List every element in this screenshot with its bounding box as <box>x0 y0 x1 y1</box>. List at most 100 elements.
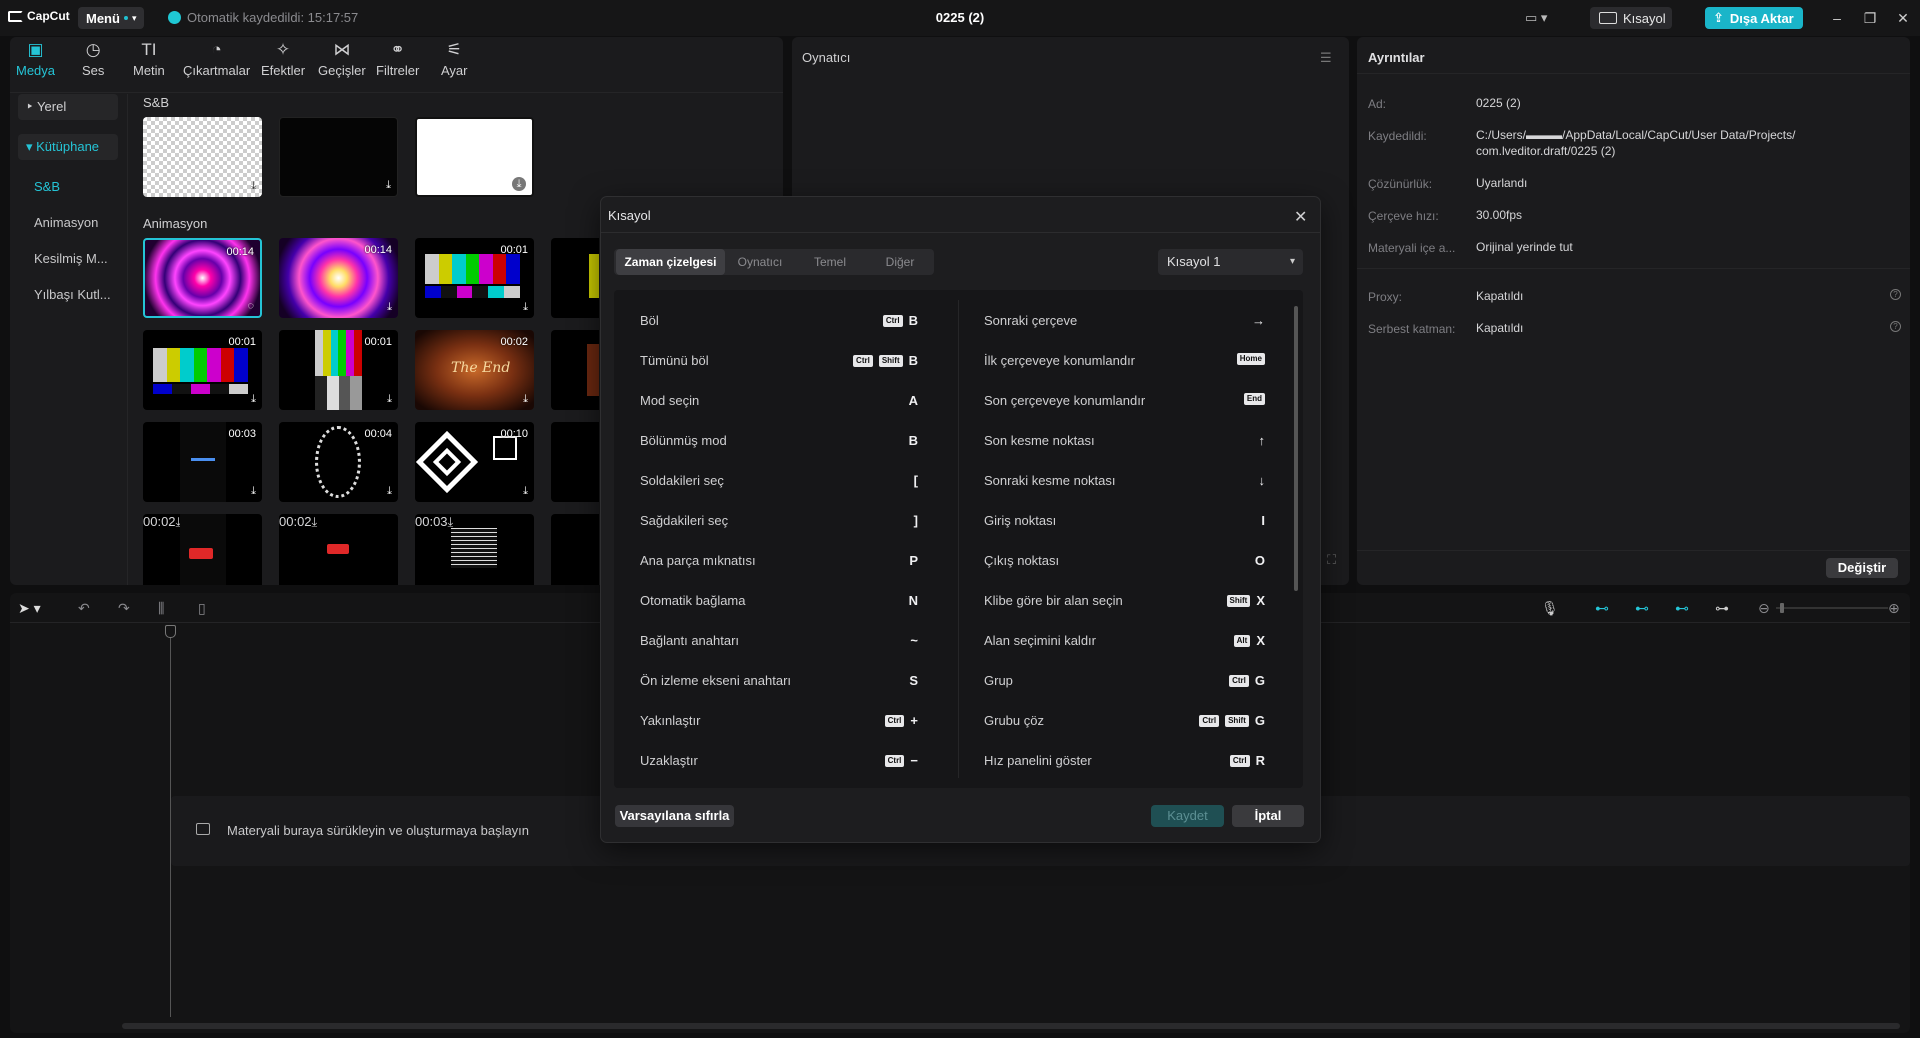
media-thumb[interactable]: The End 00:02 ⤓ <box>415 330 534 410</box>
redo-icon[interactable]: ↷ <box>118 600 130 617</box>
shortcut-keys[interactable]: I <box>1261 513 1265 528</box>
shortcut-row[interactable]: Böl Ctrl B <box>640 313 918 331</box>
timeline-scrollbar[interactable] <box>122 1023 1900 1029</box>
media-thumb[interactable]: 00:02⤓ <box>143 514 262 585</box>
zoom-out-icon[interactable]: ⊖ <box>1758 600 1770 617</box>
shortcut-row[interactable]: Ön izleme ekseni anahtarı S <box>640 673 918 691</box>
shortcut-row[interactable]: Yakınlaştır Ctrl + <box>640 713 918 731</box>
shortcut-row[interactable]: Uzaklaştır Ctrl − <box>640 753 918 771</box>
sidebar-item-local[interactable]: ‣ Yerel <box>18 94 118 120</box>
select-cursor-icon[interactable]: ➤ ▾ <box>18 600 41 617</box>
info-icon[interactable]: ? <box>1890 321 1901 332</box>
delete-icon[interactable]: ▯ <box>198 600 206 617</box>
shortcut-keys[interactable]: Home <box>1236 353 1265 365</box>
shortcut-keys[interactable]: A <box>909 393 918 408</box>
fullscreen-icon[interactable]: ⛶ <box>1327 552 1336 568</box>
shortcut-row[interactable]: Son çerçeveye konumlandır End <box>984 393 1265 411</box>
tab-media[interactable]: ▣ Medya <box>16 40 55 78</box>
sidebar-item-new-year[interactable]: Yılbaşı Kutl... <box>34 287 111 302</box>
tab-text[interactable]: TI Metin <box>133 40 165 78</box>
shortcut-row[interactable]: Grubu çöz Ctrl Shift G <box>984 713 1265 731</box>
playhead-handle[interactable] <box>165 625 176 638</box>
shortcut-row[interactable]: Hız panelini göster Ctrl R <box>984 753 1265 771</box>
minimize-icon[interactable]: – <box>1828 9 1846 27</box>
media-thumb-partial[interactable] <box>551 422 599 502</box>
shortcut-row[interactable]: Sonraki kesme noktası ↓ <box>984 473 1265 491</box>
shortcut-row[interactable]: Alan seçimini kaldır Alt X <box>984 633 1265 651</box>
reset-defaults-button[interactable]: Varsayılana sıfırla <box>615 805 734 827</box>
shortcut-row[interactable]: Çıkış noktası O <box>984 553 1265 571</box>
cancel-button[interactable]: İptal <box>1232 805 1304 827</box>
hamburger-menu-icon[interactable]: ☰ <box>1320 50 1332 66</box>
tab-stickers[interactable]: ◔ Çıkartmalar <box>183 40 250 78</box>
tab-other[interactable]: Diğer <box>867 249 933 275</box>
media-thumb[interactable]: 00:03⤓ <box>415 514 534 585</box>
export-button[interactable]: ⇪ Dışa Aktar <box>1705 7 1803 29</box>
sidebar-item-animation[interactable]: Animasyon <box>34 215 98 230</box>
restore-icon[interactable]: ❐ <box>1861 9 1879 27</box>
preset-select[interactable]: Kısayol 1 ▾ <box>1158 249 1303 275</box>
shortcut-keys[interactable]: P <box>909 553 918 568</box>
tab-audio[interactable]: ◷ Ses <box>82 40 104 78</box>
shortcut-keys[interactable]: ↑ <box>1259 433 1266 448</box>
media-thumb-partial[interactable] <box>551 238 599 318</box>
media-thumb[interactable]: 00:01 ⤓ <box>143 330 262 410</box>
shortcut-row[interactable]: Soldakileri seç [ <box>640 473 918 491</box>
shortcut-keys[interactable]: Ctrl − <box>884 753 918 768</box>
shortcut-row[interactable]: Giriş noktası I <box>984 513 1265 531</box>
tab-adjust[interactable]: ⚟ Ayar <box>441 40 468 78</box>
shortcut-row[interactable]: Tümünü böl Ctrl Shift B <box>640 353 918 371</box>
shortcut-keys[interactable]: ] <box>914 513 918 528</box>
shortcut-keys[interactable]: N <box>909 593 918 608</box>
media-thumb[interactable]: 00:04 ⤓ <box>279 422 398 502</box>
sidebar-item-cut-materials[interactable]: Kesilmiş M... <box>34 251 108 266</box>
media-thumb[interactable]: 00:02⤓ <box>279 514 398 585</box>
shortcut-keys[interactable]: Ctrl R <box>1229 753 1265 768</box>
undo-icon[interactable]: ↶ <box>78 600 90 617</box>
zoom-in-icon[interactable]: ⊕ <box>1888 600 1900 617</box>
tab-timeline[interactable]: Zaman çizelgesi <box>616 249 725 275</box>
shortcut-keys[interactable]: ~ <box>910 633 918 648</box>
media-thumb[interactable]: 00:01 ⤓ <box>279 330 398 410</box>
microphone-icon[interactable]: 🎙 <box>1541 600 1559 617</box>
shortcut-row[interactable]: Klibe göre bir alan seçin Shift X <box>984 593 1265 611</box>
close-icon[interactable]: ✕ <box>1294 207 1307 227</box>
split-icon[interactable]: ⫼ <box>158 600 164 617</box>
media-thumb[interactable]: 00:14 ⤓ <box>279 238 398 318</box>
shortcut-keys[interactable]: Shift X <box>1226 593 1265 608</box>
save-button[interactable]: Kaydet <box>1151 805 1224 827</box>
magnet-main-track-icon[interactable]: ⊷ <box>1595 600 1609 617</box>
shortcut-keys[interactable]: Ctrl Shift G <box>1199 713 1265 728</box>
media-thumb[interactable]: 00:03⤓ <box>143 422 262 502</box>
shortcut-row[interactable]: Bağlantı anahtarı ~ <box>640 633 918 651</box>
shortcut-row[interactable]: Son kesme noktası ↑ <box>984 433 1265 451</box>
media-thumb-selected[interactable]: 00:14 ◌ <box>143 238 262 318</box>
media-thumb[interactable]: ⤓ <box>415 117 534 197</box>
info-icon[interactable]: ? <box>1890 289 1901 300</box>
layout-icon[interactable]: ▭ ▾ <box>1525 10 1555 26</box>
media-thumb[interactable]: 00:10 ⤓ <box>415 422 534 502</box>
change-button[interactable]: Değiştir <box>1826 558 1898 578</box>
shortcut-row[interactable]: Grup Ctrl G <box>984 673 1265 691</box>
shortcut-row[interactable]: Sağdakileri seç] <box>640 513 918 531</box>
shortcut-keys[interactable]: Ctrl G <box>1229 673 1265 688</box>
tab-filters[interactable]: ⚭ Filtreler <box>376 40 419 78</box>
preview-axis-icon[interactable]: ⊷ <box>1675 600 1689 617</box>
shortcut-keys[interactable]: Ctrl Shift B <box>853 353 918 368</box>
zoom-slider[interactable] <box>1776 603 1888 613</box>
media-thumb[interactable]: ⤓ <box>279 117 398 197</box>
shortcut-keys[interactable]: O <box>1255 553 1265 568</box>
media-thumb[interactable]: ⤓ <box>143 117 262 197</box>
link-toggle-icon[interactable]: ⊶ <box>1715 600 1729 617</box>
shortcut-button[interactable]: Kısayol <box>1590 7 1672 29</box>
shortcut-keys[interactable]: Ctrl B <box>882 313 918 328</box>
shortcut-row[interactable]: Ana parça mıknatısı P <box>640 553 918 571</box>
shortcut-keys[interactable]: End <box>1243 393 1265 405</box>
tab-basic[interactable]: Temel <box>797 249 863 275</box>
auto-link-icon[interactable]: ⊷ <box>1635 600 1649 617</box>
list-scrollbar[interactable] <box>1294 306 1298 591</box>
shortcut-row[interactable]: Mod seçin A <box>640 393 918 411</box>
shortcut-keys[interactable]: [ <box>914 473 918 488</box>
tab-player[interactable]: Oynatıcı <box>727 249 793 275</box>
shortcut-keys[interactable]: → <box>1252 313 1265 328</box>
